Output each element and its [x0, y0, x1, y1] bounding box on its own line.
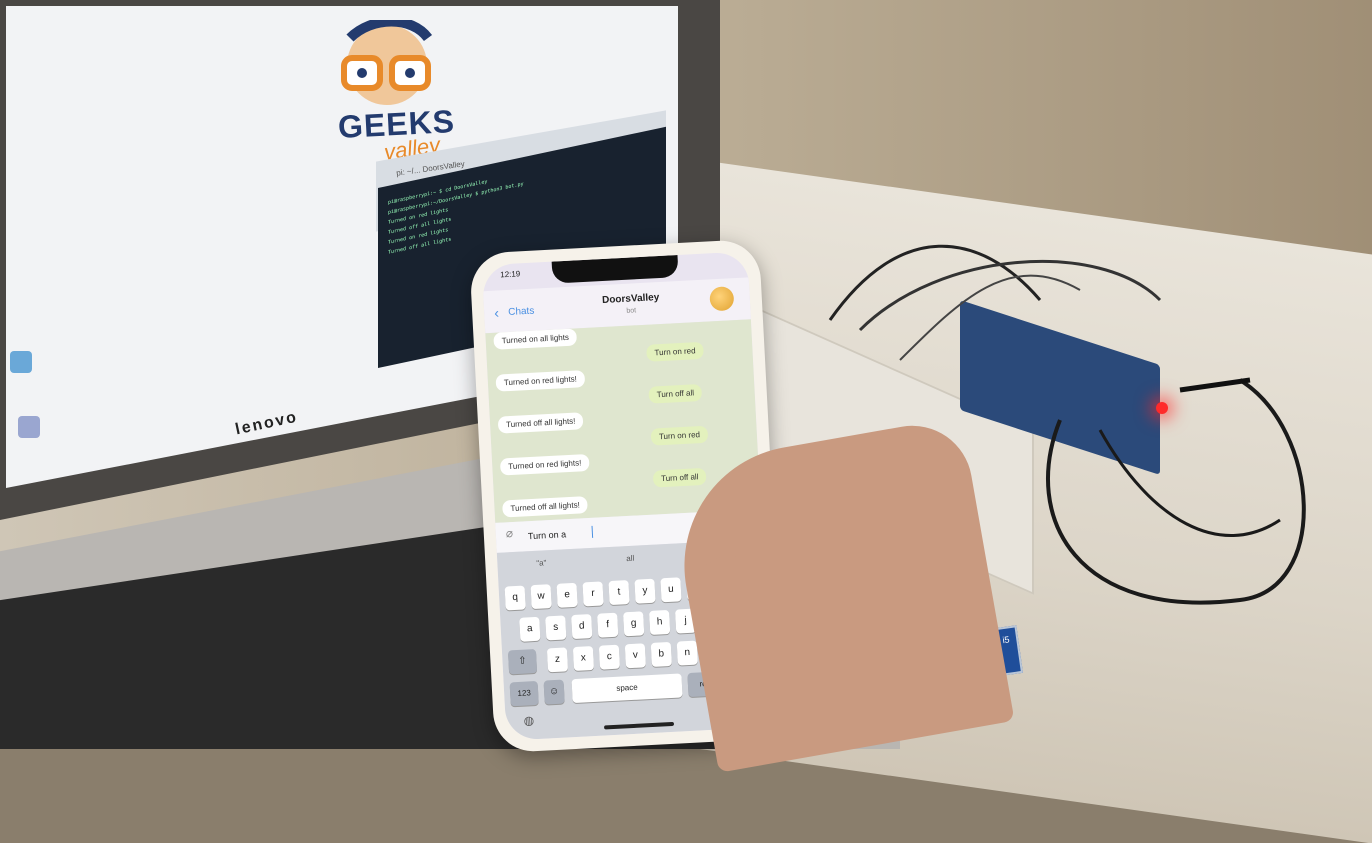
key-f[interactable]: f	[597, 612, 619, 638]
desktop-folder-icon[interactable]	[10, 351, 32, 373]
key-d[interactable]: d	[571, 614, 593, 640]
message-incoming: Turned off all lights!	[497, 412, 584, 434]
status-bar-time: 12:19	[500, 269, 521, 280]
key-t[interactable]: t	[608, 580, 630, 606]
key-r[interactable]: r	[582, 581, 604, 607]
key-q[interactable]: q	[504, 585, 526, 611]
suggestion[interactable]: "a"	[497, 556, 585, 570]
key-a[interactable]: a	[519, 616, 541, 642]
numbers-key[interactable]: 123	[509, 680, 539, 707]
message-outgoing: Turn on red	[650, 425, 709, 446]
key-s[interactable]: s	[545, 615, 567, 641]
message-outgoing: Turn on red	[646, 341, 704, 362]
key-z[interactable]: z	[546, 647, 569, 673]
shift-icon[interactable]: ⇧	[507, 648, 538, 675]
paperclip-icon[interactable]: ⌀	[505, 526, 513, 540]
key-v[interactable]: v	[624, 643, 646, 669]
message-incoming: Turned on red lights!	[495, 370, 586, 392]
message-incoming: Turned on all lights	[493, 328, 578, 350]
key-n[interactable]: n	[676, 640, 698, 666]
message-incoming: Turned on red lights!	[499, 453, 590, 476]
suggestion[interactable]: all	[586, 552, 674, 566]
space-key[interactable]: space	[571, 673, 683, 704]
key-w[interactable]: w	[530, 584, 552, 610]
key-g[interactable]: g	[623, 611, 645, 637]
emoji-icon[interactable]: ☺	[543, 679, 565, 705]
message-outgoing: Turn off all	[652, 467, 707, 488]
message-incoming: Turned off all lights!	[502, 496, 589, 518]
message-outgoing: Turn off all	[648, 383, 703, 404]
chevron-left-icon[interactable]: ‹	[494, 304, 500, 320]
message-input[interactable]: Turn on a	[528, 529, 567, 541]
desktop-app-icon[interactable]	[18, 416, 40, 438]
key-x[interactable]: x	[572, 645, 595, 672]
back-button[interactable]: Chats	[508, 306, 535, 318]
key-h[interactable]: h	[649, 609, 671, 635]
key-e[interactable]: e	[556, 582, 578, 608]
key-b[interactable]: b	[650, 641, 672, 667]
key-u[interactable]: u	[660, 577, 682, 603]
globe-icon[interactable]: ◍	[523, 713, 534, 728]
key-y[interactable]: y	[634, 578, 656, 604]
geeks-valley-logo-icon	[341, 20, 433, 105]
key-c[interactable]: c	[598, 644, 621, 670]
